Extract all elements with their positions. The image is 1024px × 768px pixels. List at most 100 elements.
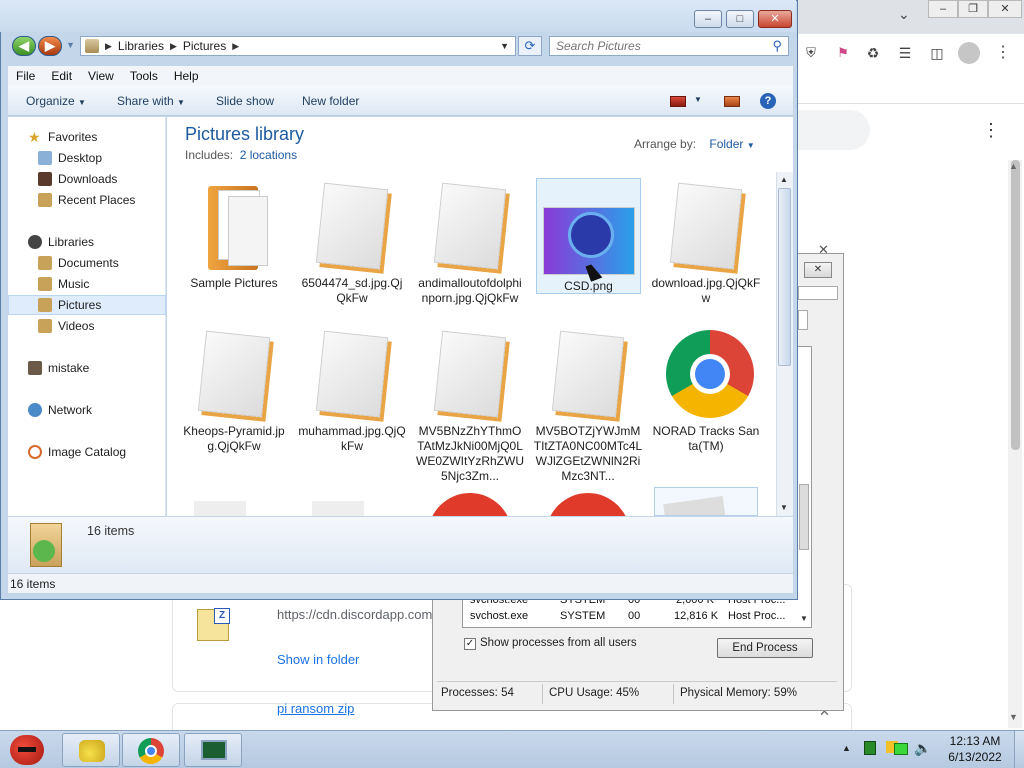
- volume-icon[interactable]: 🔈: [914, 740, 931, 757]
- breadcrumb-libraries[interactable]: Libraries: [118, 39, 164, 53]
- process-list-scroll-thumb[interactable]: [799, 484, 809, 550]
- minimize-button[interactable]: –: [694, 10, 722, 28]
- menu-help[interactable]: Help: [166, 69, 207, 83]
- file-item-partial[interactable]: [654, 487, 758, 516]
- file-item-partial[interactable]: [546, 493, 630, 516]
- taskbar-explorer-button[interactable]: [62, 733, 120, 767]
- new-folder-button[interactable]: New folder: [302, 94, 359, 108]
- search-downloads-bar[interactable]: [798, 110, 870, 150]
- refresh-button[interactable]: ⟳: [518, 36, 542, 56]
- address-dropdown-icon[interactable]: ▼: [500, 41, 509, 51]
- arrange-by-dropdown[interactable]: Folder ▼: [709, 137, 754, 151]
- file-item[interactable]: 6504474_sd.jpg.QjQkFw: [297, 182, 407, 306]
- network-tray-icon[interactable]: [864, 741, 876, 755]
- download-url[interactable]: https://cdn.discordapp.com: [277, 607, 432, 622]
- breadcrumb-pictures[interactable]: Pictures: [183, 39, 226, 53]
- chrome-scroll-down-arrow[interactable]: ▼: [1009, 712, 1018, 722]
- scroll-down-arrow[interactable]: ▼: [780, 503, 788, 512]
- task-manager-statusbar: Processes: 54 CPU Usage: 45% Physical Me…: [437, 681, 837, 705]
- profile-avatar[interactable]: [958, 42, 980, 64]
- close-button[interactable]: ✕: [758, 10, 792, 28]
- help-icon[interactable]: ?: [760, 93, 776, 109]
- menu-view[interactable]: View: [80, 69, 122, 83]
- task-manager-close-button[interactable]: ✕: [804, 262, 832, 278]
- maximize-button[interactable]: □: [726, 10, 754, 28]
- file-item[interactable]: NORAD Tracks Santa(TM): [651, 330, 761, 454]
- chevron-down-icon[interactable]: ⌄: [898, 6, 910, 23]
- show-all-users-checkbox[interactable]: ✓: [464, 638, 476, 650]
- share-with-button[interactable]: Share with ▼: [117, 94, 185, 108]
- taskbar-task-manager-button[interactable]: [184, 733, 242, 767]
- sidepanel-icon[interactable]: ◫: [928, 44, 946, 62]
- file-item[interactable]: Kheops-Pyramid.jpg.QjQkFw: [179, 330, 289, 454]
- file-item[interactable]: MV5BOTZjYWJmMTItZTA0NC00MTc4LWJlZGEtZWNl…: [533, 330, 643, 484]
- file-item[interactable]: Sample Pictures: [179, 182, 289, 291]
- taskbar-clock[interactable]: 12:13 AM 6/13/2022: [935, 733, 1015, 765]
- nav-network[interactable]: Network: [8, 400, 166, 420]
- display-tray-icon[interactable]: [894, 743, 908, 755]
- show-desktop-button[interactable]: [1014, 731, 1024, 768]
- menu-file[interactable]: File: [8, 69, 43, 83]
- nav-music[interactable]: Music: [8, 274, 166, 294]
- search-box[interactable]: ⚲: [549, 36, 789, 56]
- next-download-name[interactable]: pi ransom zip: [277, 701, 354, 716]
- task-manager-icon: [201, 740, 227, 760]
- nav-desktop[interactable]: Desktop: [8, 148, 166, 168]
- locations-link[interactable]: 2 locations: [240, 148, 297, 162]
- nav-libraries[interactable]: Libraries: [8, 232, 166, 252]
- address-bar[interactable]: ▶ Libraries ▶ Pictures ▶ ▼: [80, 36, 516, 56]
- puzzle-extensions-icon[interactable]: ♻: [864, 44, 882, 62]
- scroll-thumb[interactable]: [778, 188, 791, 366]
- menu-tools[interactable]: Tools: [122, 69, 166, 83]
- nav-image-catalog[interactable]: Image Catalog: [8, 442, 166, 462]
- end-process-button[interactable]: End Process: [717, 638, 813, 658]
- nav-mistake[interactable]: mistake: [8, 358, 166, 378]
- close-button[interactable]: ✕: [988, 0, 1022, 18]
- chrome-scroll-thumb[interactable]: [1011, 160, 1020, 450]
- file-item[interactable]: muhammad.jpg.QjQkFw: [297, 330, 407, 454]
- nav-videos[interactable]: Videos: [8, 316, 166, 336]
- flag-extension-icon[interactable]: ⚑: [834, 44, 852, 62]
- playlist-icon[interactable]: ☰: [896, 44, 914, 62]
- view-options-chevron-icon[interactable]: ▼: [694, 95, 702, 104]
- start-button[interactable]: [4, 729, 50, 768]
- organize-button[interactable]: Organize ▼: [26, 94, 86, 108]
- restore-button[interactable]: ❐: [958, 0, 988, 18]
- forward-button[interactable]: ▶: [38, 36, 62, 56]
- documents-icon: [38, 256, 52, 270]
- search-icon[interactable]: ⚲: [772, 38, 782, 54]
- nav-documents[interactable]: Documents: [8, 253, 166, 273]
- nav-buttons: ◀ ▶: [12, 36, 64, 56]
- chrome-scroll-up-arrow[interactable]: ▲: [1009, 161, 1018, 171]
- recent-pages-chevron-icon[interactable]: ▼: [66, 40, 75, 50]
- file-item-partial[interactable]: [190, 493, 250, 516]
- slide-show-button[interactable]: Slide show: [216, 94, 274, 108]
- minimize-button[interactable]: –: [928, 0, 958, 18]
- show-in-folder-link[interactable]: Show in folder: [277, 652, 359, 667]
- change-view-icon[interactable]: [670, 96, 686, 107]
- file-item-partial[interactable]: [308, 493, 368, 516]
- nav-pictures[interactable]: Pictures: [8, 295, 166, 315]
- file-item[interactable]: andimalloutofdolphinporn.jpg.QjQkFw: [415, 182, 525, 306]
- more-menu-icon[interactable]: ⋮: [994, 44, 1012, 62]
- file-item-partial[interactable]: [428, 493, 512, 516]
- physical-memory: Physical Memory: 59%: [680, 687, 797, 699]
- preview-pane-icon[interactable]: [724, 96, 740, 107]
- downloads-more-icon[interactable]: ⋮: [982, 120, 1000, 141]
- menu-edit[interactable]: Edit: [43, 69, 80, 83]
- process-row[interactable]: svchost.exe SYSTEM 00 12,816 K Host Proc…: [466, 610, 796, 624]
- breadcrumb-separator-icon: ▶: [169, 40, 177, 51]
- search-input[interactable]: [550, 37, 760, 55]
- back-button[interactable]: ◀: [12, 36, 36, 56]
- show-hidden-icons-icon[interactable]: ▲: [842, 743, 851, 753]
- taskbar-chrome-button[interactable]: [122, 733, 180, 767]
- file-item[interactable]: download.jpg.QjQkFw: [651, 182, 761, 306]
- nav-downloads[interactable]: Downloads: [8, 169, 166, 189]
- file-item[interactable]: MV5BNzZhYThmOTAtMzJkNi00MjQ0LWE0ZWItYzRh…: [415, 330, 525, 484]
- scroll-up-arrow[interactable]: ▲: [780, 175, 788, 184]
- shield-extension-icon[interactable]: ⛨: [802, 44, 820, 62]
- nav-recent-places[interactable]: Recent Places: [8, 190, 166, 210]
- process-list-scroll-down[interactable]: ▼: [800, 614, 808, 623]
- nav-favorites[interactable]: ★ Favorites: [8, 127, 166, 147]
- breadcrumb-separator-icon: ▶: [232, 40, 240, 51]
